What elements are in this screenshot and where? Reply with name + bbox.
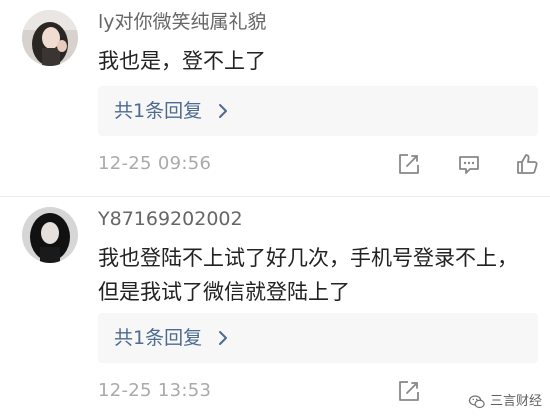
comment-list: ly对你微笑纯属礼貌 我也是，登不上了 共1条回复 12-25 09:56 Y8…: [0, 0, 550, 417]
comment-text: 我也是，登不上了: [98, 49, 266, 73]
chevron-right-icon: [219, 331, 227, 345]
username[interactable]: ly对你微笑纯属礼貌: [98, 10, 267, 34]
view-replies-button[interactable]: 共1条回复: [98, 86, 538, 136]
avatar[interactable]: [22, 207, 78, 263]
wechat-logo-icon: [468, 395, 485, 409]
edit-share-icon: [399, 381, 419, 401]
replies-count-label: 共1条回复: [114, 327, 203, 349]
watermark: 三言财经: [468, 393, 542, 411]
comment-item: ly对你微笑纯属礼貌 我也是，登不上了 共1条回复 12-25 09:56: [0, 0, 550, 196]
edit-share-button[interactable]: [395, 377, 423, 405]
thumbs-up-icon: [517, 154, 538, 174]
chevron-right-icon: [219, 104, 227, 118]
timestamp: 12-25 13:53: [98, 380, 212, 401]
edit-share-button[interactable]: [395, 150, 423, 178]
view-replies-button[interactable]: 共1条回复: [98, 313, 538, 363]
comment-text: 我也登陆不上试了好几次，手机号登录不上，但是我试了微信就登陆上了: [98, 246, 518, 304]
replies-count-label: 共1条回复: [114, 100, 203, 122]
timestamp: 12-25 09:56: [98, 153, 212, 174]
comment-item: Y87169202002 我也登陆不上试了好几次，手机号登录不上，但是我试了微信…: [0, 197, 550, 417]
username[interactable]: Y87169202002: [98, 207, 243, 231]
comment-button[interactable]: [455, 150, 483, 178]
comment-icon: [459, 156, 479, 174]
comment-meta: 12-25 09:56: [0, 146, 550, 182]
watermark-text: 三言财经: [489, 394, 542, 409]
edit-share-icon: [399, 154, 419, 174]
avatar[interactable]: [22, 10, 78, 66]
like-button[interactable]: [513, 150, 541, 178]
